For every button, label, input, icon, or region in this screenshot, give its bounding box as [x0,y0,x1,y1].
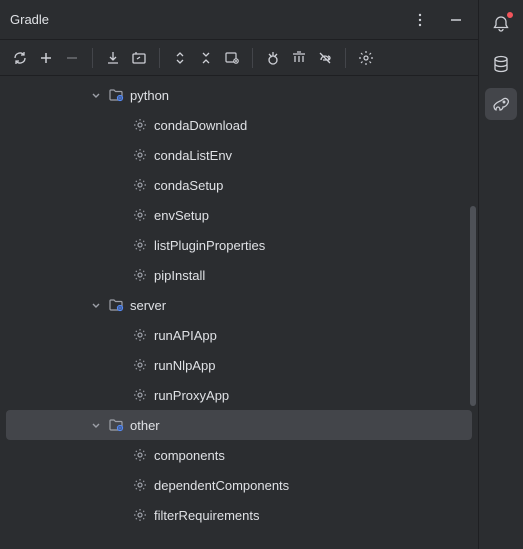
gear-icon [132,387,148,403]
panel-title: Gradle [10,12,408,27]
divider [159,48,160,68]
node-label: other [130,418,160,433]
tree-task[interactable]: condaListEnv [0,140,478,170]
node-label: envSetup [154,208,209,223]
node-label: filterRequirements [154,508,260,523]
panel-header: Gradle [0,0,478,40]
expand-arrow-icon[interactable] [88,297,104,313]
tree-task[interactable]: runNlpApp [0,350,478,380]
node-label: server [130,298,166,313]
node-label: condaSetup [154,178,223,193]
gear-icon [132,447,148,463]
divider [252,48,253,68]
offline-icon[interactable] [313,46,337,70]
analyze-icon[interactable] [261,46,285,70]
gear-icon [132,327,148,343]
database-button[interactable] [485,48,517,80]
collapse-all-icon[interactable] [194,46,218,70]
gradle-tree[interactable]: python condaDownload condaListEnv condaSetu… [0,76,478,549]
tree-folder[interactable]: python [0,80,478,110]
node-label: condaDownload [154,118,247,133]
tree-task[interactable]: runAPIApp [0,320,478,350]
right-sidebar [479,0,523,549]
download-icon[interactable] [101,46,125,70]
minimize-icon[interactable] [444,8,468,32]
node-label: dependentComponents [154,478,289,493]
node-label: listPluginProperties [154,238,265,253]
folder-icon [108,417,124,433]
tree-task[interactable]: components [0,440,478,470]
gear-icon [132,237,148,253]
gear-icon [132,117,148,133]
node-label: components [154,448,225,463]
scrollbar[interactable] [470,206,476,406]
gradle-button[interactable] [485,88,517,120]
tree-task[interactable]: listPluginProperties [0,230,478,260]
gear-icon [132,477,148,493]
remove-icon[interactable] [60,46,84,70]
gear-icon [132,177,148,193]
node-label: condaListEnv [154,148,232,163]
tree-task[interactable]: pipInstall [0,260,478,290]
expand-arrow-icon[interactable] [88,87,104,103]
folder-icon [108,87,124,103]
add-icon[interactable] [34,46,58,70]
gradle-tool-window: Gradle [0,0,479,549]
tree-task[interactable]: condaDownload [0,110,478,140]
refresh-icon[interactable] [8,46,32,70]
tree-folder[interactable]: server [0,290,478,320]
tree-folder[interactable]: other [6,410,472,440]
tree-task[interactable]: condaSetup [0,170,478,200]
toolbar [0,40,478,76]
node-label: python [130,88,169,103]
options-menu-icon[interactable] [408,8,432,32]
node-label: runAPIApp [154,328,217,343]
dependency-icon[interactable] [287,46,311,70]
folder-icon [108,297,124,313]
expand-all-icon[interactable] [168,46,192,70]
tree-task[interactable]: dependentComponents [0,470,478,500]
gear-icon [132,207,148,223]
node-label: runNlpApp [154,358,215,373]
settings-icon[interactable] [354,46,378,70]
gear-icon [132,147,148,163]
divider [345,48,346,68]
node-label: pipInstall [154,268,205,283]
tree-task[interactable]: runProxyApp [0,380,478,410]
gear-icon [132,507,148,523]
divider [92,48,93,68]
notifications-button[interactable] [485,8,517,40]
tree-task[interactable]: filterRequirements [0,500,478,530]
gear-icon [132,357,148,373]
gear-icon [132,267,148,283]
expand-arrow-icon[interactable] [88,417,104,433]
notification-dot-icon [507,12,513,18]
run-config-icon[interactable] [127,46,151,70]
module-icon[interactable] [220,46,244,70]
node-label: runProxyApp [154,388,229,403]
tree-task[interactable]: envSetup [0,200,478,230]
header-actions [408,8,468,32]
